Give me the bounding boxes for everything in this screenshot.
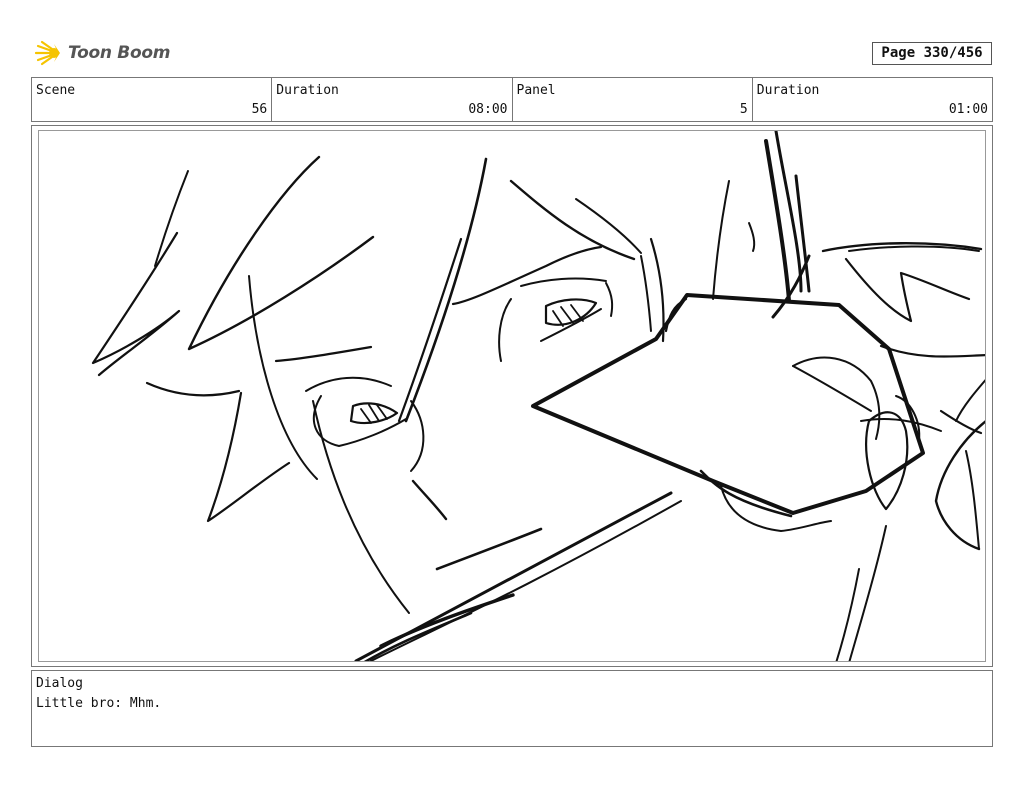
- sketch-stroke: [520, 277, 607, 287]
- panel-label: Panel: [516, 83, 556, 98]
- sketch-stroke: [498, 298, 512, 362]
- sketch-stroke: [649, 237, 665, 343]
- sketch-stroke: [844, 257, 971, 323]
- sketch-stroke: [575, 198, 642, 254]
- sketch-stroke: [712, 180, 730, 300]
- sketch-stroke: [187, 155, 375, 351]
- sketch-stroke: [305, 376, 392, 392]
- panel-frame: [38, 130, 986, 662]
- sketch-stroke: [605, 282, 614, 317]
- scene-duration-label: Duration: [276, 83, 339, 98]
- sketch-stroke: [748, 222, 756, 252]
- sketch-stroke: [91, 231, 181, 377]
- toon-boom-logo: Toon Boom: [34, 38, 170, 68]
- sketch-stroke: [774, 131, 803, 293]
- scene-duration-value: 08:00: [468, 102, 508, 117]
- panel-info-header: Scene 56 Duration 08:00 Panel 5 Duration…: [31, 77, 993, 122]
- panel-value: 5: [739, 102, 748, 117]
- sketch-stroke: [879, 344, 985, 358]
- scene-label: Scene: [36, 83, 76, 98]
- sketch-stroke: [965, 450, 980, 550]
- sketch-stroke: [640, 255, 652, 332]
- storyboard-panel: [31, 125, 993, 667]
- sketch-stroke: [145, 381, 241, 397]
- brand-name: Toon Boom: [68, 43, 171, 63]
- sketch-stroke: [764, 139, 791, 303]
- sketch-drawing: [91, 131, 985, 661]
- sketch-stroke: [404, 157, 488, 423]
- sketch-stroke: [509, 179, 636, 261]
- panel-duration-cell: Duration 01:00: [753, 78, 992, 121]
- sketch-stroke: [792, 365, 872, 412]
- sketch-stroke: [771, 254, 811, 319]
- scene-value: 56: [251, 102, 268, 117]
- sketch-stroke: [312, 400, 410, 614]
- sketch-stroke: [860, 418, 942, 432]
- scene-duration-cell: Duration 08:00: [272, 78, 513, 121]
- panel-duration-value: 01:00: [948, 102, 988, 117]
- dialog-text: Little bro: Mhm.: [36, 696, 162, 711]
- dialog-box: Dialog Little bro: Mhm.: [31, 670, 993, 747]
- sketch-stroke: [835, 568, 860, 661]
- sketch-stroke: [865, 411, 909, 511]
- sketch-stroke: [934, 420, 985, 551]
- panel-duration-label: Duration: [756, 83, 820, 98]
- sketch-stroke: [435, 527, 543, 571]
- sketch-stroke: [792, 356, 881, 440]
- sketch-stroke: [248, 275, 318, 480]
- sketch-stroke: [154, 170, 189, 267]
- panel-cell: Panel 5: [513, 78, 753, 121]
- dialog-label: Dialog: [36, 676, 83, 691]
- sketch-stroke: [397, 237, 463, 423]
- sketch-stroke: [531, 293, 925, 515]
- sketch-stroke: [411, 479, 448, 521]
- sketch-stroke: [451, 245, 603, 306]
- sketch-stroke: [410, 400, 425, 472]
- toon-boom-logo-icon: [34, 40, 60, 66]
- page-counter: Page 330/456: [872, 42, 992, 65]
- sketch-stroke: [955, 379, 985, 422]
- sketch-stroke: [274, 345, 373, 363]
- scene-cell: Scene 56: [32, 78, 273, 121]
- sketch-stroke: [363, 611, 473, 661]
